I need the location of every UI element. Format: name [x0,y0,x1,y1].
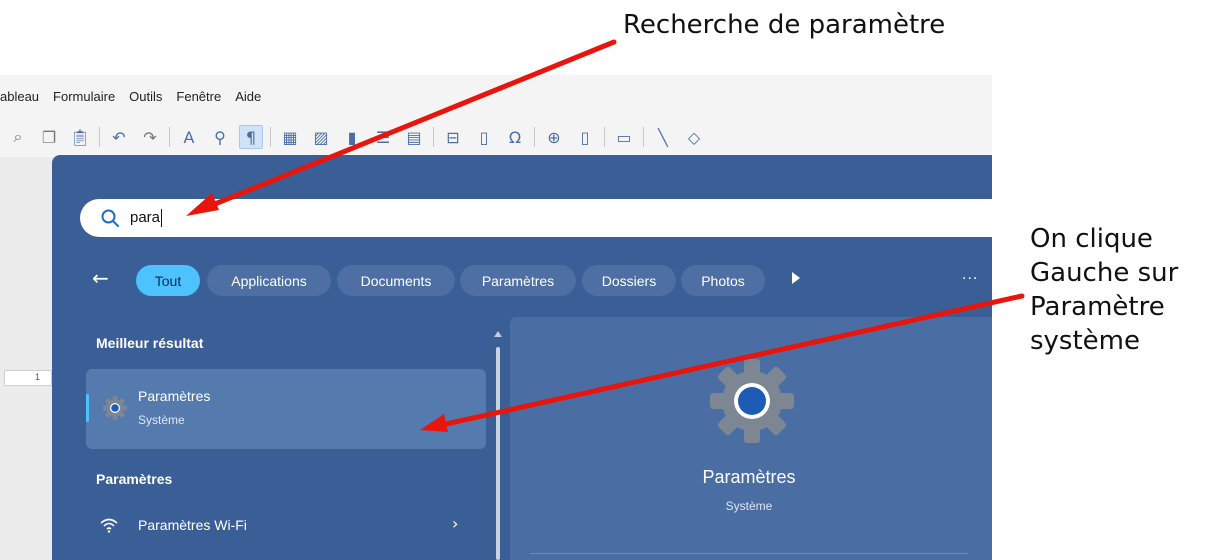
insert-table-icon[interactable]: ▦ [278,125,302,149]
filter-chip-dossiers[interactable]: Dossiers [582,265,676,296]
separator [534,127,535,147]
separator [604,127,605,147]
preview-category: Système [725,499,773,513]
chevron-right-icon: › [452,514,459,533]
footnote-icon[interactable]: ▯ [573,125,597,149]
ruler: 1 [4,370,52,386]
preview-title: Paramètres [702,467,796,487]
wifi-settings-label: Paramètres Wi-Fi [138,517,247,533]
document-margin: 1 [0,157,60,560]
scroll-up-icon[interactable] [494,331,502,337]
filter-chip-applications[interactable]: Applications [207,265,331,296]
copy-icon[interactable]: ❐ [37,125,61,149]
spellcheck-icon[interactable]: A [177,125,201,149]
filter-chip-parametres[interactable]: Paramètres [460,265,576,296]
selection-accent [86,394,89,422]
divider [530,553,968,554]
shape-icon[interactable]: ◇ [682,125,706,149]
annotation-top: Recherche de paramètre [623,10,946,40]
ruler-mark: 1 [35,372,41,382]
search-query-text: para [130,208,161,226]
search-query: para [130,208,163,228]
menu-item-outils[interactable]: Outils [129,89,162,104]
results-scrollbar[interactable] [494,331,502,560]
separator [169,127,170,147]
settings-section-header: Paramètres [96,471,173,487]
comment-icon[interactable]: ▭ [612,125,636,149]
annotation-right: On clique Gauche sur Paramètre système [1030,222,1206,358]
gear-icon [710,359,794,443]
best-result-header: Meilleur résultat [96,335,204,351]
more-filters-arrow-icon[interactable] [792,272,800,284]
insert-field-icon[interactable]: ☰ [371,125,395,149]
filter-bar: ← Tout Applications Documents Paramètres… [52,262,992,298]
best-result-item[interactable]: Paramètres Système [86,369,486,449]
redo-icon[interactable]: ↷ [138,125,162,149]
preview-pane: Paramètres Système [510,317,992,560]
annotation-line: système [1030,326,1140,356]
annotation-line: Gauche sur [1030,258,1179,288]
insert-image-icon[interactable]: ▨ [309,125,333,149]
annotation-line: On clique [1030,224,1153,254]
menu-bar: ableau Formulaire Outils Fenêtre Aide [0,75,992,117]
list-item-wifi-settings[interactable]: Paramètres Wi-Fi › [86,507,486,543]
separator [433,127,434,147]
menu-item-formulaire[interactable]: Formulaire [53,89,115,104]
menu-item-aide[interactable]: Aide [235,89,261,104]
special-character-icon[interactable]: Ω [503,125,527,149]
text-caret [161,209,163,228]
separator [643,127,644,147]
separator [99,127,100,147]
wifi-icon [100,518,118,533]
more-options-icon[interactable]: ... [962,266,978,284]
insert-field-page-icon[interactable]: ▯ [472,125,496,149]
text-box-icon[interactable]: ▤ [402,125,426,149]
best-result-category: Système [138,413,185,427]
clone-icon[interactable]: ⌕ [6,125,30,149]
scroll-thumb[interactable] [496,347,500,560]
gear-icon [103,396,127,420]
filter-chip-documents[interactable]: Documents [337,265,455,296]
best-result-name: Paramètres [138,388,211,404]
back-arrow-icon[interactable]: ← [92,266,109,290]
toolbar: ⌕ ❐ 📋︎ ↶ ↷ A ⚲ ¶ ▦ ▨ ▮ ☰ ▤ ⊟ ▯ Ω ⊕ ▯ ▭ ╲… [0,117,992,157]
formatting-marks-icon[interactable]: ¶ [239,125,263,149]
line-icon[interactable]: ╲ [651,125,675,149]
page-break-icon[interactable]: ⊟ [441,125,465,149]
insert-chart-icon[interactable]: ▮ [340,125,364,149]
separator [270,127,271,147]
undo-icon[interactable]: ↶ [107,125,131,149]
paste-icon[interactable]: 📋︎ [68,125,92,149]
search-input[interactable]: para [80,199,992,237]
start-search-panel: para ← Tout Applications Documents Param… [52,155,992,560]
search-icon [101,209,119,227]
filter-chip-photos[interactable]: Photos [681,265,765,296]
menu-item-fenetre[interactable]: Fenêtre [176,89,221,104]
filter-chip-tout[interactable]: Tout [136,265,200,296]
annotation-line: Paramètre [1030,292,1165,322]
find-replace-icon[interactable]: ⚲ [208,125,232,149]
hyperlink-icon[interactable]: ⊕ [542,125,566,149]
menu-item-tableau[interactable]: ableau [0,89,39,104]
